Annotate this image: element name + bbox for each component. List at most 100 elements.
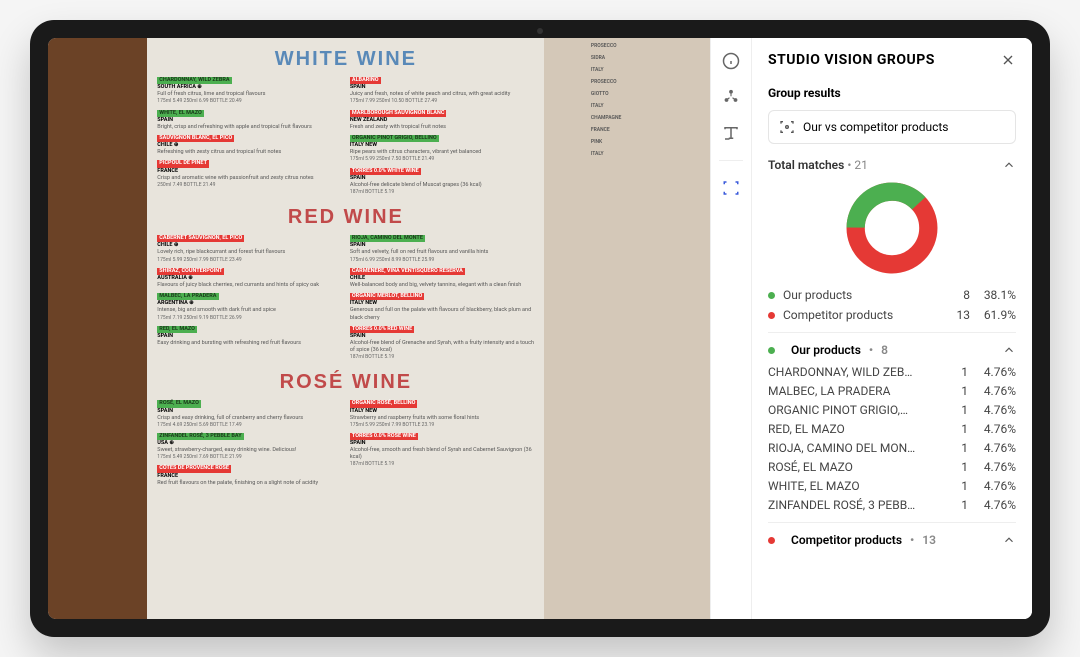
product-pct: 4.76% (968, 384, 1016, 398)
competitor-products-count: 13 (922, 533, 936, 547)
total-matches-label: Total matches (768, 158, 844, 172)
red-wine-heading: RED WINE (157, 206, 534, 229)
wine-item: ORGANIC PINOT GRIGIO, BELLINOITALY NEWRi… (350, 135, 535, 164)
legend-count: 8 (942, 288, 970, 302)
chevron-up-icon (1002, 343, 1016, 357)
rose-wine-section: ROSÉ WINE ROSÉ, EL MAZOSPAINCrisp and ea… (157, 371, 534, 491)
wine-name-highlight: CHARDONNAY, WILD ZEBRA (157, 77, 231, 84)
product-name: MALBEC, LA PRADERA (768, 384, 946, 398)
menu-right-strip: PROSECCOSIDRAITALYPROSECCOGIOTTOITALYCHA… (591, 43, 657, 163)
product-row[interactable]: MALBEC, LA PRADERA14.76% (768, 384, 1016, 398)
photo-viewport[interactable]: WHITE WINE CHARDONNAY, WILD ZEBRASOUTH A… (48, 38, 710, 619)
product-name: WHITE, EL MAZO (768, 479, 946, 493)
wine-item: RED, EL MAZOSPAINEasy drinking and burst… (157, 326, 342, 347)
wine-name-highlight: SHIRAZ, COUNTERPOINT (157, 268, 224, 275)
legend-row: Our products838.1% (768, 288, 1016, 302)
legend-row: Competitor products1361.9% (768, 308, 1016, 322)
wine-name-highlight: TORRES 0.0% WHITE WINE (350, 168, 421, 175)
text-icon[interactable] (722, 124, 740, 142)
scan-small-icon (779, 119, 795, 135)
wine-name-highlight: MALBEC, LA PRADERA (157, 293, 218, 300)
product-count: 1 (946, 479, 968, 493)
wine-item: CABERNET SAUVIGNON, EL PICOCHILE ⊕Lovely… (157, 235, 342, 264)
product-name: CHARDONNAY, WILD ZEB… (768, 365, 946, 379)
legend-pct: 61.9% (970, 308, 1016, 322)
screen: WHITE WINE CHARDONNAY, WILD ZEBRASOUTH A… (48, 38, 1032, 619)
wine-item: ORGANIC ROSÉ, BELLINOITALY NEWStrawberry… (350, 400, 535, 429)
wine-name-highlight: RED, EL MAZO (157, 326, 197, 333)
nodes-icon[interactable] (722, 88, 740, 106)
wine-item: ZINFANDEL ROSÉ, 3 PEBBLE BAYUSA ⊕Sweet, … (157, 433, 342, 462)
competitor-products-section-head[interactable]: Competitor products • 13 (768, 533, 1016, 547)
wine-item: MALBEC, LA PRADERAARGENTINA ⊕Intense, bi… (157, 293, 342, 322)
our-products-label: Our products (791, 343, 861, 357)
wine-name-highlight: ROSÉ, EL MAZO (157, 400, 201, 407)
product-row[interactable]: ROSÉ, EL MAZO14.76% (768, 460, 1016, 474)
wine-item: PICPOUL DE PINETFRANCECrisp and aromatic… (157, 160, 342, 189)
our-products-section-head[interactable]: Our products • 8 (768, 343, 1016, 357)
total-matches-count: 21 (854, 158, 868, 172)
product-name: RED, EL MAZO (768, 422, 946, 436)
wine-item: TORRES 0.0% RED WINESPAINAlcohol-free bl… (350, 326, 535, 362)
product-name: ROSÉ, EL MAZO (768, 460, 946, 474)
wine-item: ORGANIC MERLOT, BELLINOITALY NEWGenerous… (350, 293, 535, 322)
wine-item: SAUVIGNON BLANC, EL PICOCHILE ⊕Refreshin… (157, 135, 342, 156)
product-pct: 4.76% (968, 479, 1016, 493)
product-name: ORGANIC PINOT GRIGIO,… (768, 403, 946, 417)
close-icon[interactable] (1000, 52, 1016, 68)
our-products-count: 8 (881, 343, 888, 357)
wine-item: TORRES 0.0% ROSÉ WINESPAINAlcohol-free, … (350, 433, 535, 469)
legend-pct: 38.1% (970, 288, 1016, 302)
wine-item: SHIRAZ, COUNTERPOINTAUSTRALIA ⊕Flavours … (157, 268, 342, 289)
wine-name-highlight: CÔTES DE PROVENCE ROSÉ (157, 465, 231, 472)
product-row[interactable]: ZINFANDEL ROSÉ, 3 PEBB…14.76% (768, 498, 1016, 512)
vision-groups-panel: STUDIO VISION GROUPS Group results Our v… (752, 38, 1032, 619)
competitor-products-label: Competitor products (791, 533, 902, 547)
wine-name-highlight: PICPOUL DE PINET (157, 160, 209, 167)
wine-item: ALBARIÑOSPAINJuicy and fresh, notes of w… (350, 77, 535, 106)
product-pct: 4.76% (968, 403, 1016, 417)
product-count: 1 (946, 422, 968, 436)
wine-item: TORRES 0.0% WHITE WINESPAINAlcohol-free … (350, 168, 535, 197)
product-count: 1 (946, 403, 968, 417)
product-count: 1 (946, 460, 968, 474)
info-icon[interactable] (722, 52, 740, 70)
wine-item: CHARDONNAY, WILD ZEBRASOUTH AFRICA ⊕Full… (157, 77, 342, 106)
scan-icon[interactable] (722, 179, 740, 197)
wine-item: RIOJA, CAMINO DEL MONTESPAINSoft and vel… (350, 235, 535, 264)
product-pct: 4.76% (968, 422, 1016, 436)
legend-dot-icon (768, 312, 775, 319)
group-results-label: Group results (768, 86, 1016, 100)
product-row[interactable]: WHITE, EL MAZO14.76% (768, 479, 1016, 493)
legend-count: 13 (942, 308, 970, 322)
donut-chart (844, 180, 940, 276)
active-group-chip[interactable]: Our vs competitor products (768, 110, 1016, 144)
wine-item: MARLBOROUGH SAUVIGNON BLANCNEW ZEALANDFr… (350, 110, 535, 131)
product-row[interactable]: CHARDONNAY, WILD ZEB…14.76% (768, 365, 1016, 379)
chevron-up-icon (1002, 533, 1016, 547)
total-matches-row[interactable]: Total matches • 21 (768, 158, 1016, 172)
legend-name: Our products (783, 288, 942, 302)
wine-name-highlight: CABERNET SAUVIGNON, EL PICO (157, 235, 244, 242)
product-row[interactable]: RED, EL MAZO14.76% (768, 422, 1016, 436)
product-pct: 4.76% (968, 365, 1016, 379)
legend-name: Competitor products (783, 308, 942, 322)
wine-item: CARMENERE, VIÑA VENTISQUERO RESERVACHILE… (350, 268, 535, 289)
wine-name-highlight: CARMENERE, VIÑA VENTISQUERO RESERVA (350, 268, 465, 275)
white-wine-heading: WHITE WINE (157, 48, 534, 71)
product-row[interactable]: RIOJA, CAMINO DEL MON…14.76% (768, 441, 1016, 455)
wine-name-highlight: WHITE, EL MAZO (157, 110, 204, 117)
product-row[interactable]: ORGANIC PINOT GRIGIO,…14.76% (768, 403, 1016, 417)
product-count: 1 (946, 498, 968, 512)
wine-name-highlight: TORRES 0.0% ROSÉ WINE (350, 433, 418, 440)
legend-dot-icon (768, 292, 775, 299)
wine-name-highlight: SAUVIGNON BLANC, EL PICO (157, 135, 234, 142)
wine-name-highlight: MARLBOROUGH SAUVIGNON BLANC (350, 110, 447, 117)
wine-name-highlight: ORGANIC MERLOT, BELLINO (350, 293, 424, 300)
white-wine-section: WHITE WINE CHARDONNAY, WILD ZEBRASOUTH A… (157, 48, 534, 200)
product-count: 1 (946, 384, 968, 398)
wine-item: ROSÉ, EL MAZOSPAINCrisp and easy drinkin… (157, 400, 342, 429)
wine-name-highlight: ORGANIC PINOT GRIGIO, BELLINO (350, 135, 439, 142)
red-dot-icon (768, 537, 775, 544)
tablet-frame: WHITE WINE CHARDONNAY, WILD ZEBRASOUTH A… (30, 20, 1050, 637)
